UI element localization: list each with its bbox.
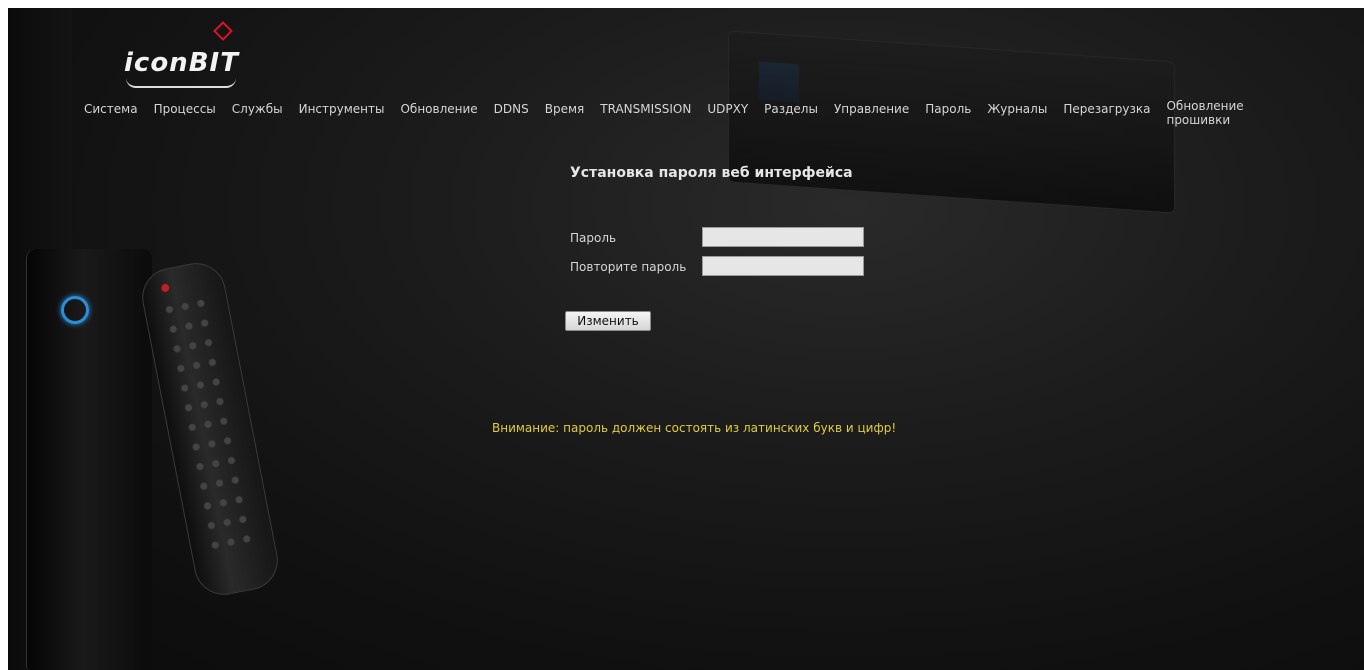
- nav-item-system[interactable]: Система: [76, 99, 146, 116]
- logo-text: iconBIT: [124, 48, 239, 78]
- remote-power-button-icon: [160, 283, 170, 293]
- logo-swoosh-icon: [126, 78, 236, 88]
- nav-item-firmware-update[interactable]: Обновление прошивки: [1158, 99, 1251, 127]
- nav-item-partitions[interactable]: Разделы: [756, 99, 826, 116]
- remote-control-image: [137, 258, 283, 600]
- password-warning-text: Внимание: пароль должен состоять из лати…: [492, 421, 897, 435]
- nav-item-firmware-line2: прошивки: [1166, 113, 1231, 127]
- nav-item-management[interactable]: Управление: [826, 99, 917, 116]
- nav-item-services[interactable]: Службы: [224, 99, 291, 116]
- nav-item-update[interactable]: Обновление: [392, 99, 485, 116]
- nav-item-logs[interactable]: Журналы: [979, 99, 1055, 116]
- logo-diamond-icon: [213, 21, 233, 41]
- password-field[interactable]: [702, 227, 864, 247]
- nav-item-password[interactable]: Пароль: [917, 99, 979, 116]
- repeat-password-field[interactable]: [702, 256, 864, 276]
- power-ring-icon: [61, 296, 89, 324]
- nav-item-reboot[interactable]: Перезагрузка: [1055, 99, 1158, 116]
- repeat-password-label: Повторите пароль: [570, 260, 687, 274]
- change-password-button[interactable]: Изменить: [565, 311, 651, 331]
- nav-item-tools[interactable]: Инструменты: [291, 99, 393, 116]
- nav-item-firmware-line1: Обновление: [1166, 99, 1244, 113]
- nav-item-processes[interactable]: Процессы: [146, 99, 224, 116]
- nav-item-udpxy[interactable]: UDPXY: [699, 99, 756, 116]
- device-screen-image: [759, 61, 799, 103]
- nav-item-transmission[interactable]: TRANSMISSION: [592, 99, 699, 116]
- password-label: Пароль: [570, 231, 617, 245]
- remote-buttons-icon: [159, 291, 259, 557]
- nav-item-ddns[interactable]: DDNS: [486, 99, 537, 116]
- iconbit-logo: iconBIT: [124, 21, 244, 88]
- main-nav: Система Процессы Службы Инструменты Обно…: [76, 99, 1252, 137]
- page-title: Установка пароля веб интерфейса: [570, 165, 853, 181]
- media-player-tower-image: [26, 249, 152, 670]
- nav-item-time[interactable]: Время: [537, 99, 593, 116]
